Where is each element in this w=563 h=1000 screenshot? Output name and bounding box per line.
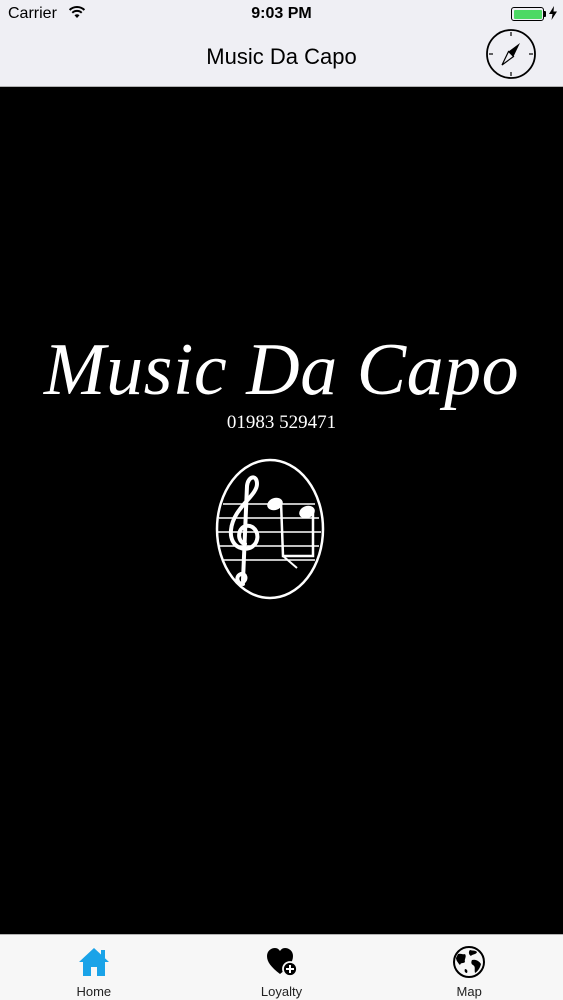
tab-map-label: Map	[456, 984, 482, 999]
status-time: 9:03 PM	[251, 5, 312, 22]
home-content: Music Da Capo 01983 529471	[0, 88, 563, 934]
tab-loyalty-label: Loyalty	[260, 984, 303, 999]
battery-icon	[511, 7, 544, 21]
page-title: Music Da Capo	[206, 44, 357, 69]
status-bar: Carrier 9:03 PM	[0, 0, 563, 30]
tab-home[interactable]: Home	[0, 935, 188, 1000]
heart-plus-icon	[266, 948, 298, 977]
tab-map[interactable]: Map	[375, 935, 563, 1000]
treble-clef-note-emblem	[215, 458, 325, 600]
globe-icon	[453, 946, 486, 978]
tab-loyalty[interactable]: Loyalty	[188, 935, 376, 1000]
battery-level	[513, 9, 542, 19]
navigation-bar: Music Da Capo	[0, 27, 563, 87]
home-icon	[78, 948, 109, 976]
charging-bolt-icon	[549, 6, 557, 20]
battery-tip	[544, 11, 546, 17]
tab-bar: Home Loyalty Map	[0, 934, 563, 1000]
logo-phone-number: 01983 529471	[226, 412, 337, 433]
compass-icon[interactable]	[484, 27, 538, 81]
logo-title: Music Da Capo	[43, 329, 520, 411]
tab-home-label: Home	[76, 984, 112, 999]
